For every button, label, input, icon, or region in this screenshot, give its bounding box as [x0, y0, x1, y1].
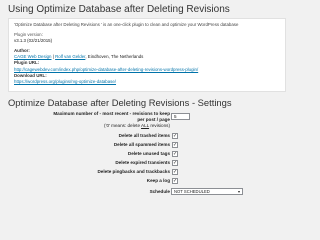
delete-trashed-label: Delete all trashed items [118, 133, 170, 138]
settings-title: Optimize Database after Deleting Revisio… [8, 97, 232, 108]
version-value: v3.1.3 (02/21/2015) [14, 38, 53, 44]
delete-spammed-label: Delete all spammed items [113, 142, 170, 147]
keep-log-label: Keep a log [146, 178, 170, 183]
delete-pingbacks-label: Delete pingbacks and trackbacks [97, 169, 170, 174]
schedule-label: Schedule [149, 189, 170, 194]
author-link-cage[interactable]: CAGE Web Design [14, 54, 52, 59]
plugin-intro-text: 'Optimize Database after Deleting Revisi… [14, 22, 239, 27]
delete-expired-transients-checkbox[interactable]: ✓ [172, 160, 178, 166]
max-revisions-input[interactable]: 5 [171, 113, 190, 120]
plugin-info-box: 'Optimize Database after Deleting Revisi… [8, 18, 286, 92]
max-revisions-note-all: ALL [141, 123, 150, 128]
delete-pingbacks-checkbox[interactable]: ✓ [172, 169, 178, 175]
schedule-select[interactable]: NOT SCHEDULED ▾ [171, 188, 243, 195]
max-revisions-note: ('0' means: delete ALL revisions) [104, 123, 170, 128]
max-revisions-note-c: revisions) [149, 123, 170, 128]
plugin-url-link[interactable]: http://cagewebdev.com/index.php/optimize… [14, 67, 198, 72]
download-url-link[interactable]: https://wordpress.org/plugins/rvg-optimi… [14, 79, 116, 84]
keep-log-checkbox[interactable]: ✓ [172, 178, 178, 184]
delete-unused-tags-label: Delete unused tags [127, 151, 170, 156]
delete-spammed-checkbox[interactable]: ✓ [172, 142, 178, 148]
max-revisions-note-a: ('0' means: delete [104, 123, 142, 128]
author-location: , Eindhoven, The Netherlands [85, 54, 144, 60]
delete-unused-tags-checkbox[interactable]: ✓ [172, 151, 178, 157]
max-revisions-label: Maximum number of - most recent - revisi… [46, 111, 170, 129]
delete-trashed-checkbox[interactable]: ✓ [172, 133, 178, 139]
author-link-rolf[interactable]: Rolf van Gelder [55, 54, 85, 59]
chevron-down-icon: ▾ [237, 189, 240, 194]
max-revisions-label-text: Maximum number of - most recent - revisi… [53, 111, 170, 122]
schedule-select-value: NOT SCHEDULED [174, 189, 210, 194]
delete-expired-transients-label: Delete expired transients [115, 160, 170, 165]
page-title: Using Optimize Database after Deleting R… [8, 4, 230, 15]
